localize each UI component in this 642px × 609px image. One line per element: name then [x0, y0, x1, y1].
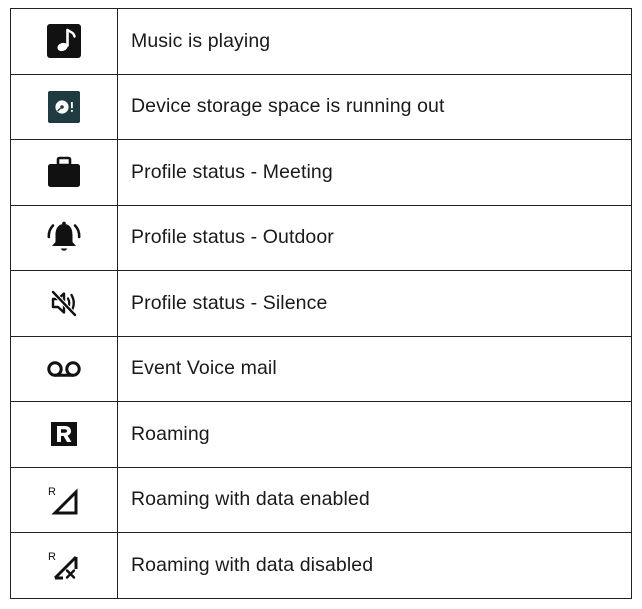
table-row: Device storage space is running out — [10, 73, 632, 140]
table-row: Profile status - Outdoor — [10, 204, 632, 271]
svg-text:R: R — [48, 486, 56, 498]
description-cell: Music is playing — [117, 8, 632, 75]
storage-warning-icon — [48, 90, 80, 123]
ringing-bell-icon — [46, 220, 82, 256]
icon-cell — [10, 270, 118, 337]
table-row: Music is playing — [10, 8, 632, 75]
description-cell: Profile status - Outdoor — [117, 204, 632, 271]
svg-text:R: R — [48, 551, 56, 563]
icon-cell: R — [10, 532, 118, 599]
roaming-signal-data-disabled-icon: R — [47, 549, 81, 581]
music-note-icon — [47, 24, 81, 59]
icon-cell — [10, 139, 118, 206]
description-cell: Device storage space is running out — [117, 73, 632, 140]
table-row: Roaming — [10, 401, 632, 468]
voicemail-icon — [46, 360, 82, 378]
briefcase-icon — [47, 156, 81, 188]
speaker-muted-icon — [49, 288, 79, 318]
table-row: R Roaming with data disabled — [10, 532, 632, 599]
icon-cell — [10, 401, 118, 468]
icon-cell — [10, 335, 118, 402]
table-row: Profile status - Silence — [10, 270, 632, 337]
description-cell: Roaming with data enabled — [117, 466, 632, 533]
table-row: Event Voice mail — [10, 335, 632, 402]
icon-cell: R — [10, 466, 118, 533]
table-row: Profile status - Meeting — [10, 139, 632, 206]
table-row: R Roaming with data enabled — [10, 466, 632, 533]
roaming-r-icon — [51, 422, 77, 447]
description-cell: Roaming with data disabled — [117, 532, 632, 599]
description-cell: Event Voice mail — [117, 335, 632, 402]
description-cell: Profile status - Meeting — [117, 139, 632, 206]
icon-cell — [10, 73, 118, 140]
description-cell: Profile status - Silence — [117, 270, 632, 337]
icon-cell — [10, 204, 118, 271]
status-icon-table: Music is playing Device storage space is… — [10, 8, 632, 599]
description-cell: Roaming — [117, 401, 632, 468]
icon-cell — [10, 8, 118, 75]
roaming-signal-data-enabled-icon: R — [47, 484, 81, 516]
